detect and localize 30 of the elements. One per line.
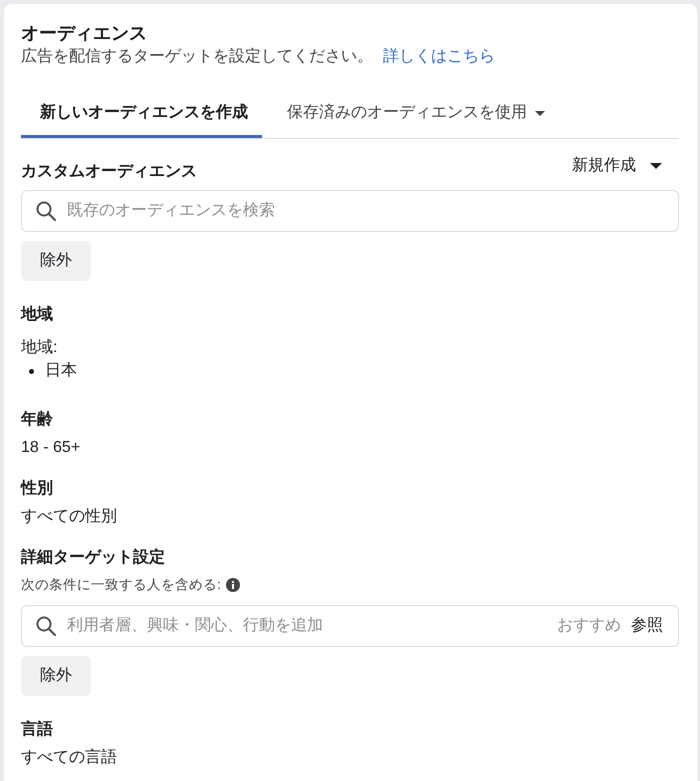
search-icon [36, 201, 56, 221]
search-field[interactable]: 既存のオーディエンスを検索 [21, 190, 679, 232]
tab[interactable]: 保存済みのオーディエンスを使用 [268, 92, 559, 138]
search-icon [36, 616, 56, 636]
section-heading: 性別 [21, 478, 54, 499]
section-heading: カスタムオーディエンス [21, 162, 197, 182]
hint-text: 次の条件に一致する人を含める: [21, 576, 221, 594]
browse-link[interactable]: 参照 [631, 615, 663, 637]
list-item: 日本 [45, 360, 77, 381]
section-heading: 地域 [21, 304, 54, 325]
section-value: すべての性別 [21, 507, 118, 527]
info-icon [226, 578, 240, 592]
learn-more-link[interactable]: 詳しくはこちら [383, 46, 495, 68]
description-text: 広告を配信するターゲットを設定してください。 [21, 46, 373, 67]
bullet-icon [29, 368, 34, 374]
section-value: 18 - 65+ [21, 438, 82, 458]
section-heading: 年齢 [21, 410, 54, 430]
section-heading: 詳細ターゲット設定 [21, 547, 165, 568]
search-input[interactable]: 既存のオーディエンスを検索 [67, 200, 663, 222]
exclude-button[interactable]: 除外 [21, 656, 91, 696]
search-field[interactable]: 利用者層、興味・関心、行動を追加 おすすめ 参照 [21, 605, 679, 647]
tab[interactable]: 新しいオーディエンスを作成 [21, 92, 262, 138]
exclude-button[interactable]: 除外 [21, 241, 91, 281]
create-new-menu[interactable]: 新規作成 [572, 155, 662, 177]
search-input[interactable]: 利用者層、興味・関心、行動を追加 [67, 615, 546, 637]
section-value: すべての言語 [21, 748, 118, 768]
panel-title: オーディエンス [21, 22, 148, 45]
caret-icon [650, 163, 662, 169]
field-label: 地域: [21, 338, 58, 358]
section-heading: 言語 [21, 719, 54, 740]
